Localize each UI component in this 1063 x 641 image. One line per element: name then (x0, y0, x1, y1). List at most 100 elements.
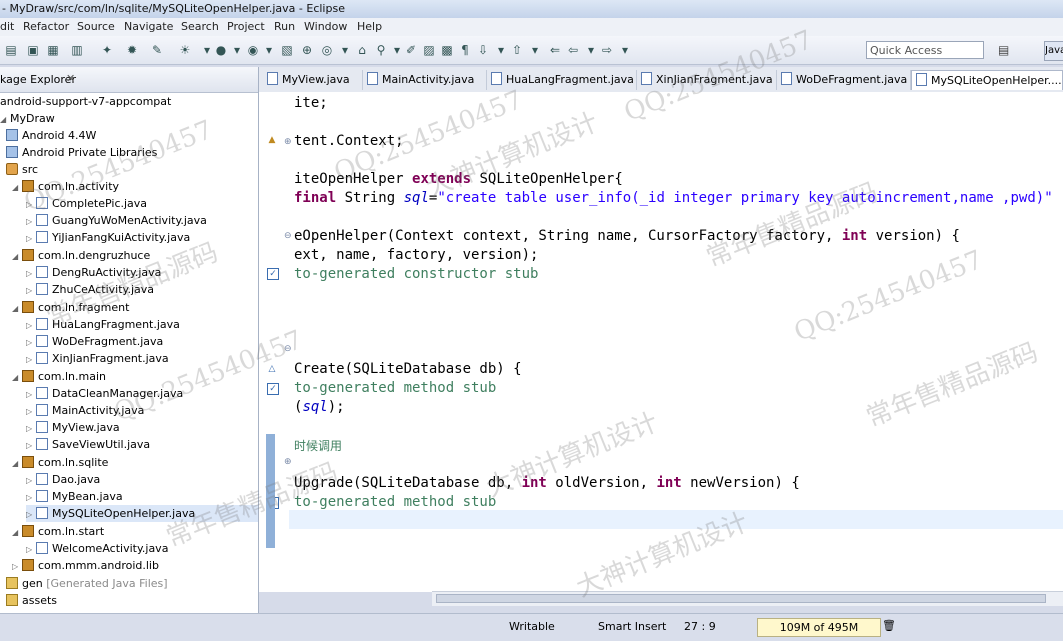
tree-item-file[interactable]: ▷ SaveViewUtil.java (26, 436, 150, 453)
collapse-arrow-icon[interactable]: ▷ (26, 403, 36, 420)
expand-arrow-icon[interactable]: ◢ (12, 248, 22, 265)
menu-run[interactable]: Run (274, 20, 295, 33)
tree-item-file[interactable]: ▷ MyView.java (26, 419, 120, 436)
tree-item-file-selected[interactable]: ▷ MySQLiteOpenHelper.java (26, 505, 258, 522)
tree-item-library[interactable]: Android Private Libraries (6, 144, 157, 161)
heap-status[interactable]: 109M of 495M (757, 618, 881, 637)
collapse-arrow-icon[interactable]: ▷ (26, 506, 36, 523)
collapse-arrow-icon[interactable]: ▷ (26, 489, 36, 506)
tree-item-package[interactable]: ◢ com.ln.fragment (12, 299, 129, 316)
tab-hualangfragment[interactable]: HuaLangFragment.java (487, 70, 637, 90)
tree-item-source-folder[interactable]: src (6, 161, 38, 178)
collapse-arrow-icon[interactable]: ▷ (26, 230, 36, 247)
code-editor[interactable]: ▲ ✓ △ ✓ △ ✓ ⊕ ⊖ ⊖ ⊕ ite; tent.Context; i… (259, 92, 1063, 592)
bug-icon[interactable]: ✹ (125, 43, 139, 57)
tree-item-package[interactable]: ◢ com.ln.main (12, 368, 106, 385)
tree-item-file[interactable]: ▷ MyBean.java (26, 488, 123, 505)
dropdown-icon[interactable]: ▾ (618, 43, 632, 57)
collapse-arrow-icon[interactable]: ▷ (26, 437, 36, 454)
tree-item-file[interactable]: ▷ DataCleanManager.java (26, 385, 183, 402)
tree-item-package[interactable]: ▷ com.mmm.android.lib (12, 557, 159, 574)
tree-item-library[interactable]: Android 4.4W (6, 127, 96, 144)
collapse-arrow-icon[interactable]: ▷ (26, 317, 36, 334)
tree-item-file[interactable]: ▷ MainActivity.java (26, 402, 144, 419)
expand-arrow-icon[interactable]: ◢ (12, 179, 22, 196)
menu-search[interactable]: Search (181, 20, 219, 33)
search-icon[interactable]: ⚲ (374, 43, 388, 57)
next-annotation-icon[interactable]: ⇩ (476, 43, 490, 57)
debug-as-icon[interactable]: ☀ (178, 43, 192, 57)
collapse-arrow-icon[interactable]: ▷ (12, 558, 22, 575)
tree-item-project[interactable]: ◢ MyDraw (0, 110, 55, 127)
block-select-icon[interactable]: ▩ (440, 43, 454, 57)
toggle-mark-icon[interactable]: ✐ (404, 43, 418, 57)
tree-item-file[interactable]: ▷ ZhuCeActivity.java (26, 281, 154, 298)
dropdown-icon[interactable]: ▾ (494, 43, 508, 57)
fold-icon[interactable]: ⊕ (284, 458, 292, 467)
tree-item-package[interactable]: ◢ com.ln.activity (12, 178, 119, 195)
tree-item-project[interactable]: android-support-v7-appcompat (0, 93, 171, 110)
expand-arrow-icon[interactable]: ◢ (12, 369, 22, 386)
external-tools-icon[interactable]: ◉ (246, 43, 260, 57)
tab-mainactivity[interactable]: MainActivity.java (363, 70, 487, 90)
new-class-icon[interactable]: ◎ (320, 43, 334, 57)
whitespace-icon[interactable]: ¶ (458, 43, 472, 57)
tree-item-file[interactable]: ▷ CompletePic.java (26, 195, 147, 212)
collapse-arrow-icon[interactable]: ▷ (26, 213, 36, 230)
package-explorer-tab[interactable]: kage Explorer ✕ (0, 67, 258, 93)
expand-arrow-icon[interactable]: ◢ (12, 524, 22, 541)
tree-item-file[interactable]: ▷ XinJianFragment.java (26, 350, 169, 367)
fold-icon[interactable]: ⊖ (284, 232, 292, 241)
menu-refactor[interactable]: Refactor (23, 20, 69, 33)
debug-icon[interactable]: ✦ (100, 43, 114, 57)
forward-icon[interactable]: ⇨ (600, 43, 614, 57)
dropdown-icon[interactable]: ▾ (230, 43, 244, 57)
collapse-arrow-icon[interactable]: ▷ (26, 472, 36, 489)
tab-mysqliteopenhelper[interactable]: MySQLiteOpenHelper.... (911, 70, 1063, 90)
dropdown-icon[interactable]: ▾ (262, 43, 276, 57)
tree-item-folder[interactable]: assets (6, 592, 57, 609)
tree-item-file[interactable]: ▷ HuaLangFragment.java (26, 316, 180, 333)
quick-access-input[interactable]: Quick Access (866, 41, 984, 59)
save-icon[interactable]: ▣ (26, 43, 40, 57)
collapse-arrow-icon[interactable]: ▷ (26, 334, 36, 351)
dropdown-icon[interactable]: ▾ (390, 43, 404, 57)
prev-annotation-icon[interactable]: ⇧ (510, 43, 524, 57)
tree-item-package[interactable]: ◢ com.ln.start (12, 523, 104, 540)
menu-source[interactable]: Source (77, 20, 115, 33)
print-icon[interactable]: ▥ (70, 43, 84, 57)
tree-item-file[interactable]: ▷ YiJianFangKuiActivity.java (26, 229, 190, 246)
annotation-icon[interactable]: ▨ (422, 43, 436, 57)
tab-xinjianfragment[interactable]: XinJianFragment.java (637, 70, 777, 90)
tree-item-file[interactable]: ▷ DengRuActivity.java (26, 264, 161, 281)
warning-icon[interactable]: ▲ (267, 135, 277, 145)
tree-item-file[interactable]: ▷ Dao.java (26, 471, 100, 488)
dropdown-icon[interactable]: ▾ (528, 43, 542, 57)
menu-project[interactable]: Project (227, 20, 265, 33)
expand-arrow-icon[interactable]: ◢ (0, 111, 10, 128)
dropdown-icon[interactable]: ▾ (338, 43, 352, 57)
tree-item-file[interactable]: ▷ WelcomeActivity.java (26, 540, 168, 557)
collapse-arrow-icon[interactable]: ▷ (26, 420, 36, 437)
tab-wodefragment[interactable]: WoDeFragment.java (777, 70, 911, 90)
collapse-arrow-icon[interactable]: ▷ (26, 282, 36, 299)
new-icon[interactable]: ▤ (4, 43, 18, 57)
expand-arrow-icon[interactable]: ◢ (12, 300, 22, 317)
run-icon[interactable]: ● (214, 43, 228, 57)
fold-icon[interactable]: ⊕ (284, 138, 292, 147)
collapse-arrow-icon[interactable]: ▷ (26, 386, 36, 403)
close-icon[interactable]: ✕ (66, 72, 75, 85)
menu-navigate[interactable]: Navigate (124, 20, 173, 33)
garbage-collect-icon[interactable]: 🗑 (882, 619, 896, 633)
save-all-icon[interactable]: ▦ (46, 43, 60, 57)
java-perspective-button[interactable]: Java (1044, 41, 1063, 61)
open-perspective-icon[interactable]: ▤ (998, 43, 1012, 57)
tree-item-file[interactable]: ▷ WoDeFragment.java (26, 333, 163, 350)
menu-window[interactable]: Window (304, 20, 347, 33)
wrench-icon[interactable]: ✎ (150, 43, 164, 57)
task-icon[interactable]: ✓ (267, 268, 279, 280)
dropdown-icon[interactable]: ▾ (584, 43, 598, 57)
menu-help[interactable]: Help (357, 20, 382, 33)
dropdown-icon[interactable]: ▾ (200, 43, 214, 57)
tree-item-package[interactable]: ◢ com.ln.dengruzhuce (12, 247, 150, 264)
